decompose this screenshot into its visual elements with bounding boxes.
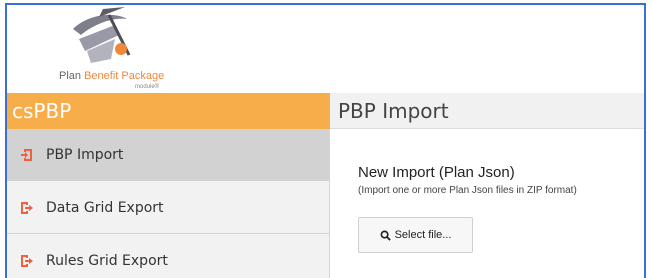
- sidebar-item-label: Rules Grid Export: [46, 252, 168, 269]
- plan-benefit-package-logo: Plan Benefit Package module®: [29, 5, 179, 93]
- main-content: New Import (Plan Json) (Import one or mo…: [330, 130, 644, 278]
- sidebar: PBP Import Data Grid Export Rules Grid E…: [7, 129, 338, 278]
- logo-plan-text: Plan: [59, 70, 82, 82]
- sidebar-item-data-grid-export[interactable]: Data Grid Export: [7, 182, 329, 234]
- logo-module-text: module®: [135, 84, 160, 90]
- page-title: PBP Import: [330, 93, 644, 129]
- export-icon: [21, 254, 33, 267]
- logo-wordmark: Plan Benefit Package: [59, 70, 164, 82]
- app-window: Plan Benefit Package module® csPBP PBP I…: [5, 3, 646, 278]
- sidebar-item-label: PBP Import: [46, 146, 124, 163]
- sidebar-item-pbp-import[interactable]: PBP Import: [7, 129, 338, 181]
- header-row: csPBP PBP Import: [7, 93, 644, 129]
- select-file-button[interactable]: Select file...: [358, 217, 473, 253]
- sidebar-item-rules-grid-export[interactable]: Rules Grid Export: [7, 235, 329, 278]
- select-file-label: Select file...: [394, 229, 452, 241]
- app-title: csPBP: [7, 93, 330, 129]
- export-icon: [21, 201, 33, 214]
- import-icon: [21, 148, 32, 161]
- sidebar-item-label: Data Grid Export: [46, 199, 164, 216]
- search-icon: [380, 230, 391, 241]
- logo-benefit-text: Benefit Package: [84, 70, 165, 82]
- logo-graphic: [73, 7, 131, 63]
- brand-bar: Plan Benefit Package module®: [7, 5, 644, 93]
- import-section-subtitle: (Import one or more Plan Json files in Z…: [358, 185, 577, 196]
- import-section-title: New Import (Plan Json): [358, 164, 515, 181]
